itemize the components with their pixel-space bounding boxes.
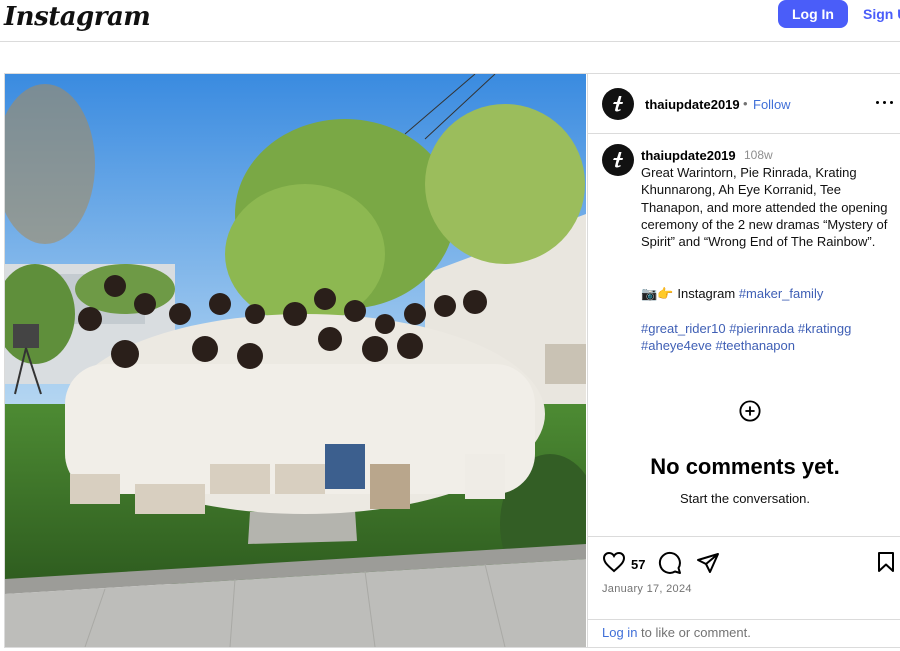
- separator-dot: •: [743, 96, 748, 111]
- login-prompt: Log in to like or comment.: [588, 619, 900, 640]
- caption-credit-line: 📷👉 Instagram #maker_family: [641, 286, 823, 302]
- like-count[interactable]: 57: [631, 557, 645, 572]
- more-options-icon[interactable]: [876, 101, 894, 107]
- hashtag-link[interactable]: #teethanapon: [715, 338, 795, 353]
- add-circle-icon[interactable]: [739, 400, 761, 422]
- post-actions: 57 January 17, 2024 Log in to like or co…: [588, 536, 900, 647]
- post-author-username[interactable]: thaiupdate2019: [645, 97, 740, 112]
- author-avatar[interactable]: [602, 88, 634, 120]
- login-button[interactable]: Log In: [778, 0, 848, 28]
- avatar-logo-icon: [613, 152, 623, 168]
- signup-link[interactable]: Sign Up: [863, 6, 900, 22]
- caption-credit-text: Instagram: [677, 286, 736, 301]
- heart-icon[interactable]: [602, 551, 626, 573]
- hashtag-link[interactable]: #great_rider10: [641, 321, 726, 336]
- comment-icon[interactable]: [658, 551, 682, 575]
- camera-pointing-emoji: 📷👉: [641, 287, 674, 302]
- post-photo[interactable]: [5, 74, 586, 647]
- hashtag-link[interactable]: #pierinrada: [729, 321, 794, 336]
- avatar-logo-icon: [613, 96, 623, 112]
- caption-timestamp[interactable]: 108w: [744, 148, 773, 162]
- login-link[interactable]: Log in: [602, 625, 637, 640]
- group-photo-image: [5, 74, 586, 647]
- caption-username[interactable]: thaiupdate2019: [641, 148, 736, 163]
- post-card: thaiupdate2019 • Follow thaiupdate2019 1…: [4, 73, 900, 648]
- share-icon[interactable]: [696, 551, 720, 575]
- post-header: thaiupdate2019 • Follow: [588, 74, 900, 134]
- hashtag-link[interactable]: #aheye4eve: [641, 338, 712, 353]
- caption-hashtags: #great_rider10 #pierinrada #kratingg #ah…: [641, 320, 899, 355]
- post-date[interactable]: January 17, 2024: [602, 583, 692, 595]
- bookmark-icon[interactable]: [876, 551, 896, 573]
- hashtag-link[interactable]: #kratingg: [798, 321, 851, 336]
- no-comments-title: No comments yet.: [650, 454, 840, 479]
- hashtag-link[interactable]: #maker_family: [739, 286, 824, 301]
- instagram-logo[interactable]: Instagram: [4, 2, 151, 32]
- login-prompt-text: to like or comment.: [637, 625, 751, 640]
- caption-text: Great Warintorn, Pie Rinrada, Krating Kh…: [641, 165, 888, 250]
- post-side-panel: thaiupdate2019 • Follow thaiupdate2019 1…: [587, 74, 900, 647]
- follow-button[interactable]: Follow: [753, 97, 791, 112]
- top-bar: Instagram Log In Sign Up: [0, 0, 900, 42]
- caption-author-avatar[interactable]: [602, 144, 634, 176]
- start-conversation-text: Start the conversation.: [679, 491, 811, 506]
